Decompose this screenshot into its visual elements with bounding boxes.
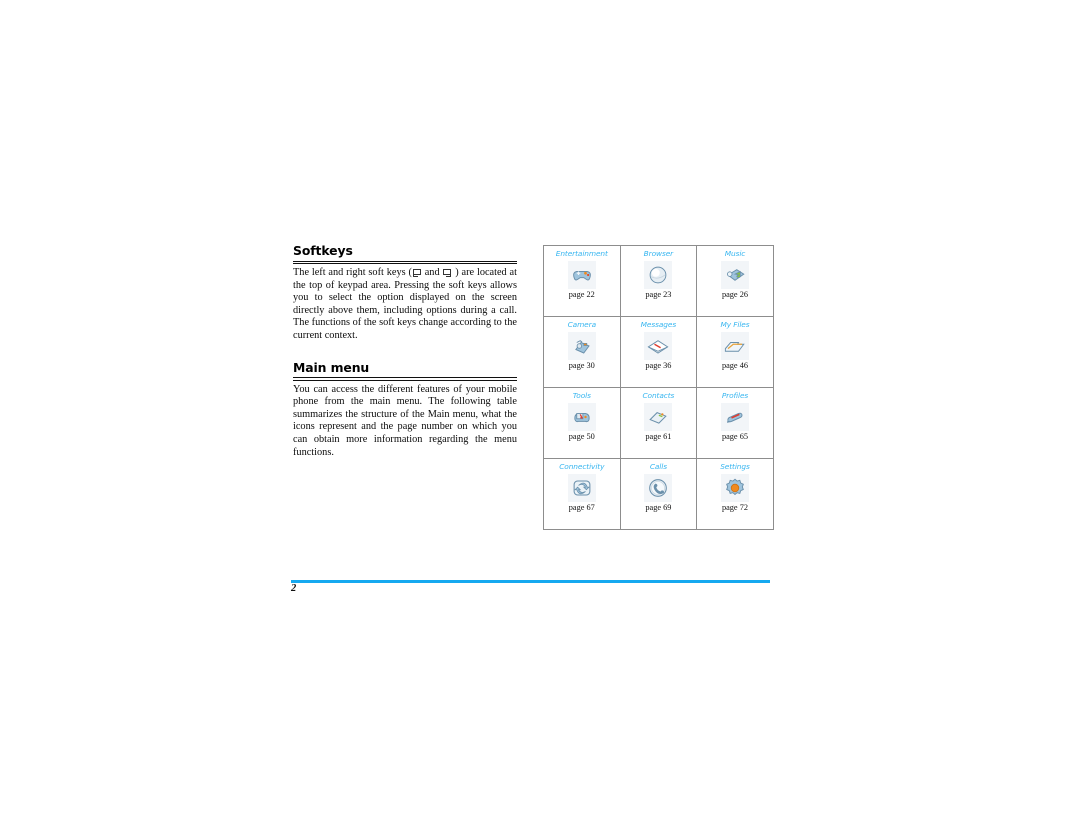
menu-cell-browser[interactable]: Browser page 23 xyxy=(619,245,698,317)
softkeys-text-part2: and xyxy=(421,267,443,279)
menu-cell-page-ref: page 67 xyxy=(568,503,595,512)
menu-cell-page-ref: page 69 xyxy=(645,503,672,512)
menu-cell-settings[interactable]: Settings page 72 xyxy=(696,458,774,530)
menu-cell-label: Tools xyxy=(572,391,591,400)
envelope-icon xyxy=(644,332,673,360)
menu-cell-page-ref: page 36 xyxy=(645,361,672,370)
menu-cell-page-ref: page 22 xyxy=(568,290,595,299)
softkeys-text-part3: ) are located at the top of keypad area.… xyxy=(293,267,517,341)
menu-cell-contacts[interactable]: Contacts page 61 xyxy=(619,387,698,459)
menu-cell-page-ref: page 50 xyxy=(568,432,595,441)
main-menu-heading: Main menu xyxy=(293,359,370,375)
section-main-menu: Main menu You can access the different f… xyxy=(293,359,517,460)
menu-cell-connectivity[interactable]: Connectivity page 67 xyxy=(543,458,621,530)
left-softkey-icon xyxy=(412,269,421,278)
menu-cell-my-files[interactable]: My Files page 46 xyxy=(696,316,774,388)
table-row: Tools page 50 Contacts page 61 Profiles page … xyxy=(543,387,774,459)
camera-icon xyxy=(567,332,596,360)
table-row: Camera page 30 Messages page 36 My Files page… xyxy=(543,316,774,388)
music-note-icon xyxy=(720,261,749,289)
menu-cell-page-ref: page 72 xyxy=(721,503,748,512)
menu-cell-page-ref: page 61 xyxy=(645,432,672,441)
globe-icon xyxy=(644,261,673,289)
menu-cell-label: Connectivity xyxy=(559,462,605,471)
text-column: Softkeys The left and right soft keys ( … xyxy=(293,244,517,475)
toolbox-icon xyxy=(567,403,596,431)
menu-cell-label: Entertainment xyxy=(555,249,608,258)
menu-cell-label: Music xyxy=(724,249,746,258)
menu-cell-page-ref: page 23 xyxy=(645,290,672,299)
main-menu-table: Entertainment page 22 Browser page 23 Music p… xyxy=(543,245,774,530)
menu-cell-label: Messages xyxy=(640,320,677,329)
menu-cell-label: Camera xyxy=(567,320,597,329)
softkeys-heading: Softkeys xyxy=(293,243,353,258)
gamepad-icon xyxy=(567,261,596,289)
menu-cell-profiles[interactable]: Profiles page 65 xyxy=(696,387,774,459)
phone-handset-icon xyxy=(644,474,673,502)
folder-icon xyxy=(720,332,749,360)
menu-cell-label: Settings xyxy=(720,462,750,471)
softkeys-text-part1: The left and right soft keys ( xyxy=(293,267,412,279)
table-row: Entertainment page 22 Browser page 23 Music p… xyxy=(543,245,774,317)
menu-cell-label: Browser xyxy=(643,249,674,258)
connectivity-arrows-icon xyxy=(567,474,596,502)
menu-cell-label: Contacts xyxy=(642,391,675,400)
footer-rule xyxy=(291,580,770,583)
menu-cell-label: Profiles xyxy=(721,391,749,400)
menu-cell-label: My Files xyxy=(720,320,750,329)
menu-cell-calls[interactable]: Calls page 69 xyxy=(619,458,698,530)
menu-cell-page-ref: page 30 xyxy=(568,361,595,370)
menu-cell-page-ref: page 46 xyxy=(721,361,748,370)
menu-cell-music[interactable]: Music page 26 xyxy=(696,245,774,317)
section-softkeys: Softkeys The left and right soft keys ( … xyxy=(293,244,517,343)
main-menu-paragraph: You can access the different features of… xyxy=(293,383,517,458)
gear-icon xyxy=(720,474,749,502)
heading-rule xyxy=(293,377,517,381)
profiles-brush-icon xyxy=(720,403,749,431)
softkeys-paragraph: The left and right soft keys ( and ) are… xyxy=(293,267,517,343)
menu-cell-tools[interactable]: Tools page 50 xyxy=(543,387,621,459)
menu-cell-camera[interactable]: Camera page 30 xyxy=(543,316,621,388)
document-page: Softkeys The left and right soft keys ( … xyxy=(0,0,1080,834)
right-softkey-icon xyxy=(443,269,452,278)
menu-cell-entertainment[interactable]: Entertainment page 22 xyxy=(543,245,621,317)
menu-cell-page-ref: page 26 xyxy=(721,290,748,299)
menu-cell-label: Calls xyxy=(649,462,667,471)
table-row: Connectivity page 67 Calls page 69 Settings p… xyxy=(543,458,774,530)
menu-cell-page-ref: page 65 xyxy=(721,432,748,441)
page-number: 2 xyxy=(291,583,297,594)
menu-cell-messages[interactable]: Messages page 36 xyxy=(619,316,698,388)
heading-rule xyxy=(293,260,517,265)
address-book-icon xyxy=(644,403,673,431)
table-body: Entertainment page 22 Browser page 23 Music p… xyxy=(543,245,774,530)
